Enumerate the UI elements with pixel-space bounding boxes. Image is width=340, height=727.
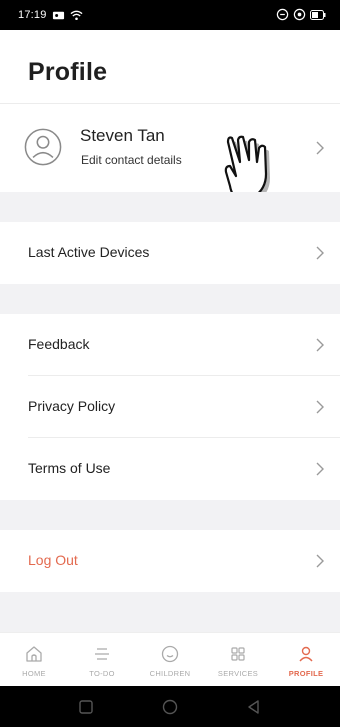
smiley-icon <box>161 645 179 663</box>
chevron-right-icon <box>316 141 324 155</box>
alarm-icon <box>293 8 306 21</box>
nav-profile[interactable]: PROFILE <box>272 633 340 687</box>
section-gap <box>0 192 340 222</box>
list-icon <box>95 648 109 660</box>
recent-apps-icon[interactable] <box>77 698 95 716</box>
privacy-policy-label: Privacy Policy <box>28 398 116 414</box>
privacy-policy-row[interactable]: Privacy Policy <box>0 376 340 438</box>
nav-children-label: CHILDREN <box>149 669 191 678</box>
nav-profile-label: PROFILE <box>288 669 324 678</box>
person-icon <box>299 646 313 662</box>
last-active-devices-label: Last Active Devices <box>28 244 150 260</box>
nav-services[interactable]: SERVICES <box>204 633 272 687</box>
page-title: Profile <box>28 58 108 86</box>
nfc-icon <box>276 8 289 21</box>
nav-services-label: SERVICES <box>217 669 259 678</box>
log-out-label: Log Out <box>28 552 78 568</box>
feedback-label: Feedback <box>28 336 90 352</box>
terms-of-use-row[interactable]: Terms of Use <box>0 438 340 500</box>
chevron-right-icon <box>316 400 324 414</box>
nav-to-do-label: TO-DO <box>89 669 115 678</box>
nav-home-label: HOME <box>22 669 46 678</box>
chevron-right-icon <box>316 462 324 476</box>
section-gap <box>0 500 340 530</box>
nav-children[interactable]: CHILDREN <box>136 633 204 687</box>
system-nav-bar <box>0 686 340 727</box>
bottom-nav: HOME TO-DO CHILDREN SERVICES PROFILE <box>0 632 340 686</box>
section-gap <box>0 592 340 632</box>
home-circle-icon[interactable] <box>161 698 179 716</box>
back-triangle-icon[interactable] <box>245 698 263 716</box>
chevron-right-icon <box>316 554 324 568</box>
image-notification-icon <box>52 11 65 20</box>
profile-row[interactable]: Steven Tan Edit contact details <box>0 104 340 192</box>
terms-of-use-label: Terms of Use <box>28 460 111 476</box>
battery-icon <box>310 9 326 20</box>
status-bar: 17:19 <box>0 0 340 30</box>
last-active-devices-row[interactable]: Last Active Devices <box>0 222 340 284</box>
wifi-icon <box>70 10 83 21</box>
grid-icon <box>231 647 245 661</box>
chevron-right-icon <box>316 338 324 352</box>
section-gap <box>0 284 340 314</box>
nav-to-do[interactable]: TO-DO <box>68 633 136 687</box>
header: Profile <box>0 30 340 104</box>
home-icon <box>26 646 42 662</box>
edit-contact-details-link[interactable]: Edit contact details <box>81 153 182 167</box>
avatar-icon <box>24 128 62 166</box>
log-out-row[interactable]: Log Out <box>0 530 340 592</box>
feedback-row[interactable]: Feedback <box>0 314 340 376</box>
nav-home[interactable]: HOME <box>0 633 68 687</box>
status-time: 17:19 <box>18 9 47 21</box>
profile-name: Steven Tan <box>80 126 165 145</box>
chevron-right-icon <box>316 246 324 260</box>
